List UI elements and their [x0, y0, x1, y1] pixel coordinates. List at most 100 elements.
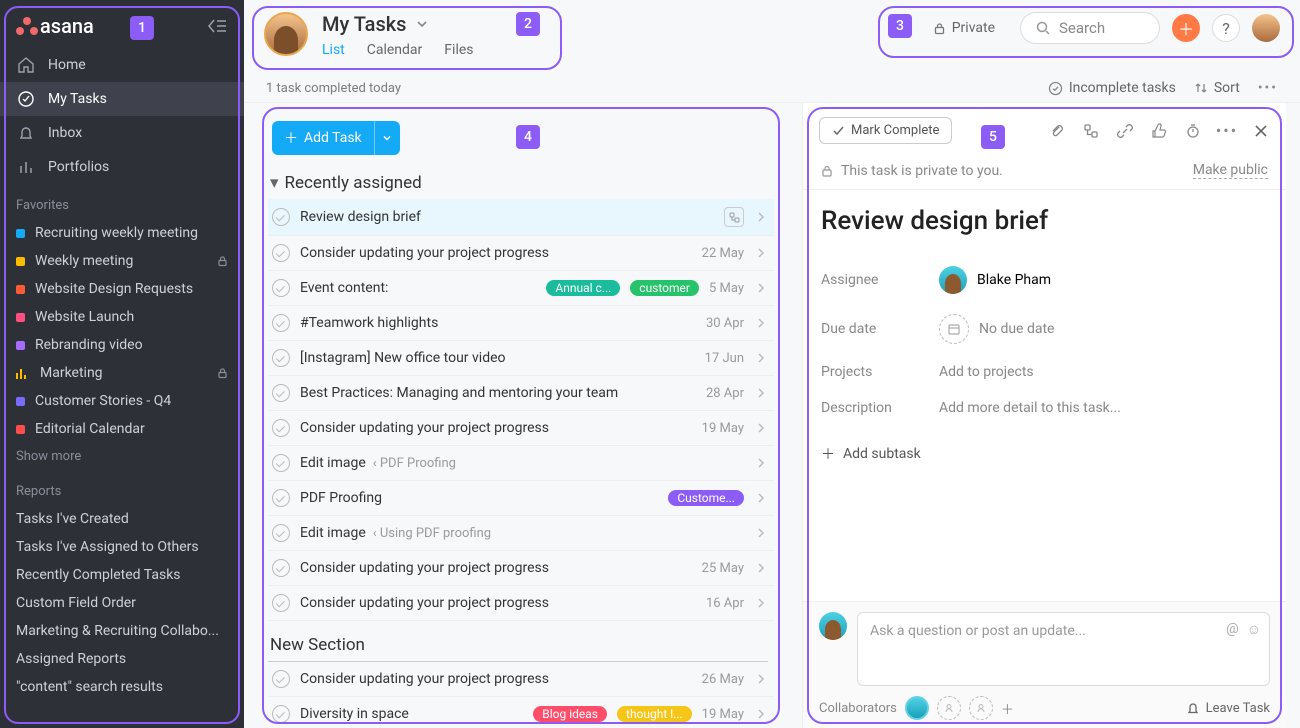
sidebar-favorite[interactable]: Customer Stories - Q4 [0, 387, 244, 415]
leave-task-button[interactable]: Leave Task [1186, 701, 1270, 716]
chevron-right-icon [754, 247, 768, 259]
attachment-icon[interactable] [1048, 122, 1066, 140]
sidebar-report[interactable]: Custom Field Order [0, 589, 244, 617]
sort-button[interactable]: Sort [1194, 80, 1240, 96]
section-heading[interactable]: New Section [268, 621, 768, 662]
complete-checkbox[interactable] [272, 208, 290, 226]
filter-incomplete-tasks[interactable]: Incomplete tasks [1048, 80, 1176, 96]
project-pill[interactable]: customer [630, 280, 699, 296]
sidebar-favorite[interactable]: Website Launch [0, 303, 244, 331]
project-pill[interactable]: thought l... [617, 706, 692, 722]
sidebar-report[interactable]: Assigned Reports [0, 645, 244, 673]
tab-files[interactable]: Files [444, 42, 473, 70]
task-row[interactable]: Consider updating your project progress2… [268, 551, 774, 586]
nav-home[interactable]: Home [0, 48, 244, 82]
subtask-indicator-icon[interactable] [724, 207, 744, 227]
complete-checkbox[interactable] [272, 524, 290, 542]
add-collaborator-button[interactable]: ＋ [1001, 699, 1014, 718]
task-title: Event content: [300, 280, 536, 296]
make-public-link[interactable]: Make public [1193, 162, 1268, 179]
show-more-favorites[interactable]: Show more [0, 443, 244, 470]
add-projects[interactable]: Add to projects [939, 364, 1034, 380]
nav-portfolios[interactable]: Portfolios [0, 150, 244, 184]
quick-add-button[interactable]: ＋ [1172, 14, 1200, 42]
task-row[interactable]: Edit image ‹ Using PDF proofing [268, 516, 774, 551]
user-avatar-large[interactable] [264, 12, 308, 56]
close-icon[interactable] [1252, 122, 1270, 140]
project-color-dot [16, 257, 25, 266]
user-menu-avatar[interactable] [1252, 14, 1280, 42]
task-row[interactable]: Review design brief [268, 199, 774, 236]
collaborator-avatar[interactable] [905, 696, 929, 720]
sidebar-favorite[interactable]: Website Design Requests [0, 275, 244, 303]
project-pill[interactable]: Custome... [668, 490, 744, 506]
sidebar-favorite[interactable]: Recruiting weekly meeting [0, 219, 244, 247]
complete-checkbox[interactable] [272, 670, 290, 688]
complete-checkbox[interactable] [272, 279, 290, 297]
search-input[interactable]: Search [1020, 12, 1160, 44]
complete-checkbox[interactable] [272, 489, 290, 507]
task-row[interactable]: Consider updating your project progress1… [268, 411, 774, 446]
add-task-button[interactable]: ＋ Add Task [272, 121, 374, 155]
task-row[interactable]: Best Practices: Managing and mentoring y… [268, 376, 774, 411]
task-title[interactable]: Review design brief [821, 206, 1268, 236]
add-collaborator-slot[interactable] [937, 696, 961, 720]
tab-list[interactable]: List [322, 42, 345, 70]
collapse-sidebar-button[interactable] [206, 17, 228, 35]
app-logo[interactable]: asana [16, 14, 94, 38]
like-icon[interactable] [1150, 122, 1168, 140]
complete-checkbox[interactable] [272, 384, 290, 402]
privacy-toggle[interactable]: Private [920, 13, 1008, 43]
emoji-icon[interactable]: ☺ [1247, 621, 1261, 638]
timer-icon[interactable] [1184, 122, 1202, 140]
sidebar-favorite[interactable]: Editorial Calendar [0, 415, 244, 443]
assignee-value[interactable]: Blake Pham [939, 266, 1051, 294]
complete-checkbox[interactable] [272, 705, 290, 723]
complete-checkbox[interactable] [272, 314, 290, 332]
mention-icon[interactable]: @ [1226, 621, 1239, 638]
task-section-toggle[interactable]: ▾ Recently assigned [268, 167, 774, 199]
nav-my-tasks[interactable]: My Tasks [0, 82, 244, 116]
sidebar-report[interactable]: "content" search results [0, 673, 244, 701]
subtask-icon[interactable] [1082, 122, 1100, 140]
sidebar-report[interactable]: Recently Completed Tasks [0, 561, 244, 589]
sidebar-report[interactable]: Marketing & Recruiting Collabo... [0, 617, 244, 645]
sidebar-report[interactable]: Tasks I've Assigned to Others [0, 533, 244, 561]
nav-inbox[interactable]: Inbox [0, 116, 244, 150]
sidebar-favorite[interactable]: Marketing [0, 359, 244, 387]
complete-checkbox[interactable] [272, 454, 290, 472]
complete-checkbox[interactable] [272, 559, 290, 577]
sidebar-favorite[interactable]: Rebranding video [0, 331, 244, 359]
description-input[interactable]: Add more detail to this task... [939, 400, 1121, 416]
task-row[interactable]: Diversity in spaceBlog ideasthought l...… [268, 697, 774, 728]
due-date-value[interactable]: No due date [939, 314, 1054, 344]
project-pill[interactable]: Annual c... [546, 280, 620, 296]
add-task-dropdown[interactable] [374, 121, 400, 155]
task-row[interactable]: [Instagram] New office tour video17 Jun [268, 341, 774, 376]
mark-complete-button[interactable]: Mark Complete [819, 117, 952, 144]
complete-checkbox[interactable] [272, 244, 290, 262]
task-row[interactable]: Consider updating your project progress1… [268, 586, 774, 621]
add-collaborator-slot[interactable] [969, 696, 993, 720]
complete-checkbox[interactable] [272, 594, 290, 612]
add-subtask-button[interactable]: ＋ Add subtask [821, 426, 1268, 482]
chevron-down-icon[interactable] [414, 16, 430, 32]
task-row[interactable]: Consider updating your project progress2… [268, 662, 774, 697]
task-row[interactable]: #Teamwork highlights30 Apr [268, 306, 774, 341]
more-icon[interactable]: ••• [1218, 122, 1236, 140]
complete-checkbox[interactable] [272, 419, 290, 437]
task-row[interactable]: Edit image ‹ PDF Proofing [268, 446, 774, 481]
task-row[interactable]: PDF ProofingCustome... [268, 481, 774, 516]
project-color-dot [16, 397, 25, 406]
task-row[interactable]: Event content:Annual c...customer5 May [268, 271, 774, 306]
comment-input[interactable]: Ask a question or post an update... @ ☺ [857, 612, 1270, 686]
more-actions-button[interactable]: ••• [1258, 80, 1278, 96]
complete-checkbox[interactable] [272, 349, 290, 367]
link-icon[interactable] [1116, 122, 1134, 140]
project-pill[interactable]: Blog ideas [533, 706, 607, 722]
task-row[interactable]: Consider updating your project progress2… [268, 236, 774, 271]
tab-calendar[interactable]: Calendar [367, 42, 423, 70]
help-button[interactable]: ? [1212, 14, 1240, 42]
sidebar-favorite[interactable]: Weekly meeting [0, 247, 244, 275]
sidebar-report[interactable]: Tasks I've Created [0, 505, 244, 533]
